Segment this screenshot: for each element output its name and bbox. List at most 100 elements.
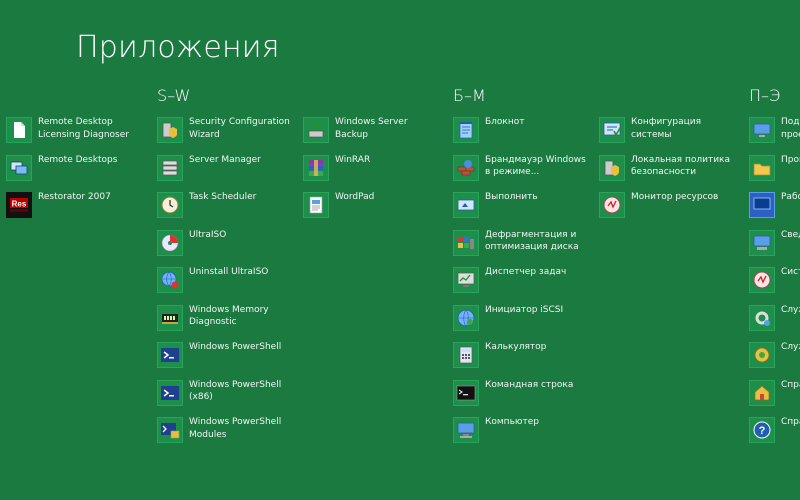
app-defragment-optimize-disk[interactable]: Дефрагментация и оптимизация диска bbox=[453, 227, 586, 265]
app-label: Локальная политика безопасности bbox=[631, 154, 730, 178]
restorator-icon: Res bbox=[6, 192, 32, 218]
app-connect-projector[interactable]: Подк прое bbox=[749, 114, 800, 152]
resource-monitor-icon bbox=[599, 192, 625, 218]
svg-text:Res: Res bbox=[12, 200, 27, 209]
app-label: Конфигурация системы bbox=[631, 117, 701, 140]
page-title: Приложения bbox=[76, 30, 280, 65]
services-icon bbox=[749, 304, 775, 331]
app-desktop[interactable]: Рабо bbox=[749, 189, 800, 227]
globe-icon bbox=[453, 304, 479, 331]
app-label: Server Manager bbox=[189, 154, 261, 165]
app-uninstall-ultraiso[interactable]: Uninstall UltraISO bbox=[157, 264, 290, 302]
app-windows-powershell-x86[interactable]: Windows PowerShell (x86) bbox=[157, 377, 290, 415]
app-label: WinRAR bbox=[335, 154, 371, 165]
app-windows-powershell[interactable]: Windows PowerShell bbox=[157, 339, 290, 377]
app-label: Служ bbox=[781, 342, 800, 352]
server-manager-icon bbox=[157, 154, 183, 181]
powershell-modules-icon bbox=[157, 417, 183, 443]
app-label: UltraISO bbox=[189, 229, 227, 240]
security-policy-icon bbox=[599, 154, 625, 181]
system-monitor-icon bbox=[749, 267, 775, 293]
app-label: Сист bbox=[781, 267, 800, 277]
app-restorator-2007[interactable]: Res Restorator 2007 bbox=[6, 189, 129, 227]
wordpad-icon bbox=[303, 192, 329, 218]
help-topics-icon bbox=[749, 379, 775, 406]
winrar-icon bbox=[303, 154, 329, 181]
group-header-b-m: Б–М bbox=[453, 86, 486, 105]
system-info-icon bbox=[749, 229, 775, 256]
app-system-monitor[interactable]: Сист bbox=[749, 264, 800, 302]
app-windows-powershell-modules[interactable]: Windows PowerShell Modules bbox=[157, 414, 290, 452]
powershell-icon bbox=[157, 342, 183, 368]
task-manager-icon bbox=[453, 267, 479, 293]
app-run[interactable]: Выполнить bbox=[453, 189, 586, 227]
app-wordpad[interactable]: WordPad bbox=[303, 189, 408, 227]
app-label: Windows PowerShell Modules bbox=[189, 417, 282, 440]
app-server-manager[interactable]: Server Manager bbox=[157, 152, 290, 190]
app-help[interactable]: ? Спра bbox=[749, 414, 800, 452]
app-label: Windows PowerShell bbox=[189, 342, 282, 352]
app-label: WordPad bbox=[335, 192, 375, 202]
app-label: Брандмауэр Windows в режиме... bbox=[485, 154, 586, 178]
app-windows-server-backup[interactable]: Windows Server Backup bbox=[303, 114, 408, 152]
svg-text:?: ? bbox=[759, 425, 766, 437]
app-command-prompt[interactable]: Командная строка bbox=[453, 377, 586, 415]
app-label: Пров bbox=[781, 154, 800, 165]
app-remote-desktops[interactable]: Remote Desktops bbox=[6, 152, 129, 190]
disc-icon bbox=[157, 229, 183, 256]
app-ultraiso[interactable]: UltraISO bbox=[157, 227, 290, 265]
app-label: Remote Desktops bbox=[38, 154, 118, 165]
app-column: Блокнот Брандмауэр Windows в режиме... В… bbox=[453, 114, 586, 452]
clock-icon bbox=[157, 192, 183, 218]
projector-icon bbox=[749, 117, 775, 143]
app-label: Свед bbox=[781, 229, 800, 240]
app-label: Remote Desktop Licensing Diagnoser bbox=[38, 117, 129, 140]
app-system-configuration[interactable]: Конфигурация системы bbox=[599, 114, 730, 152]
app-windows-firewall[interactable]: Брандмауэр Windows в режиме... bbox=[453, 152, 586, 190]
powershell-icon bbox=[157, 379, 183, 406]
app-component-services[interactable]: Служ bbox=[749, 339, 800, 377]
help-icon: ? bbox=[749, 417, 775, 443]
defrag-icon bbox=[453, 229, 479, 256]
app-iscsi-initiator[interactable]: Инициатор iSCSI bbox=[453, 302, 586, 340]
app-label: Подк прое bbox=[781, 117, 800, 140]
app-winrar[interactable]: WinRAR bbox=[303, 152, 408, 190]
app-label: Uninstall UltraISO bbox=[189, 267, 269, 277]
app-explorer[interactable]: Пров bbox=[749, 152, 800, 190]
uninstall-icon bbox=[157, 267, 183, 293]
app-label: Restorator 2007 bbox=[38, 192, 111, 202]
group-header-p-e: П–Э bbox=[749, 86, 781, 105]
app-remote-desktop-licensing-diagnoser[interactable]: Remote Desktop Licensing Diagnoser bbox=[6, 114, 129, 152]
app-windows-memory-diagnostic[interactable]: Windows Memory Diagnostic bbox=[157, 302, 290, 340]
app-services[interactable]: Служ bbox=[749, 302, 800, 340]
app-task-manager[interactable]: Диспетчер задач bbox=[453, 264, 586, 302]
system-config-icon bbox=[599, 117, 625, 143]
document-icon bbox=[6, 117, 32, 143]
app-label: Windows PowerShell (x86) bbox=[189, 379, 282, 403]
explorer-icon bbox=[749, 154, 775, 181]
app-task-scheduler[interactable]: Task Scheduler bbox=[157, 189, 290, 227]
app-notepad[interactable]: Блокнот bbox=[453, 114, 586, 152]
app-label: Инициатор iSCSI bbox=[485, 304, 564, 315]
calculator-icon bbox=[453, 342, 479, 368]
app-help-topics[interactable]: Спра bbox=[749, 377, 800, 415]
app-resource-monitor[interactable]: Монитор ресурсов bbox=[599, 189, 730, 227]
app-calculator[interactable]: Калькулятор bbox=[453, 339, 586, 377]
app-security-configuration-wizard[interactable]: Security Configuration Wizard bbox=[157, 114, 290, 152]
app-label: Командная строка bbox=[485, 379, 574, 390]
app-computer[interactable]: Компьютер bbox=[453, 414, 586, 452]
app-label: Выполнить bbox=[485, 192, 538, 202]
app-local-security-policy[interactable]: Локальная политика безопасности bbox=[599, 152, 730, 190]
app-label: Дефрагментация и оптимизация диска bbox=[485, 229, 579, 253]
app-label: Спра bbox=[781, 379, 800, 390]
app-label: Монитор ресурсов bbox=[631, 192, 719, 202]
app-label: Рабо bbox=[781, 192, 800, 202]
app-system-information[interactable]: Свед bbox=[749, 227, 800, 265]
app-label: Windows Memory Diagnostic bbox=[189, 304, 269, 328]
security-wizard-icon bbox=[157, 117, 183, 143]
app-label: Windows Server Backup bbox=[335, 117, 408, 140]
app-label: Калькулятор bbox=[485, 342, 547, 352]
app-column: Подк прое Пров Рабо Свед Сист Служ Слу bbox=[749, 114, 800, 452]
app-label: Спра bbox=[781, 417, 800, 427]
app-label: Диспетчер задач bbox=[485, 267, 567, 277]
